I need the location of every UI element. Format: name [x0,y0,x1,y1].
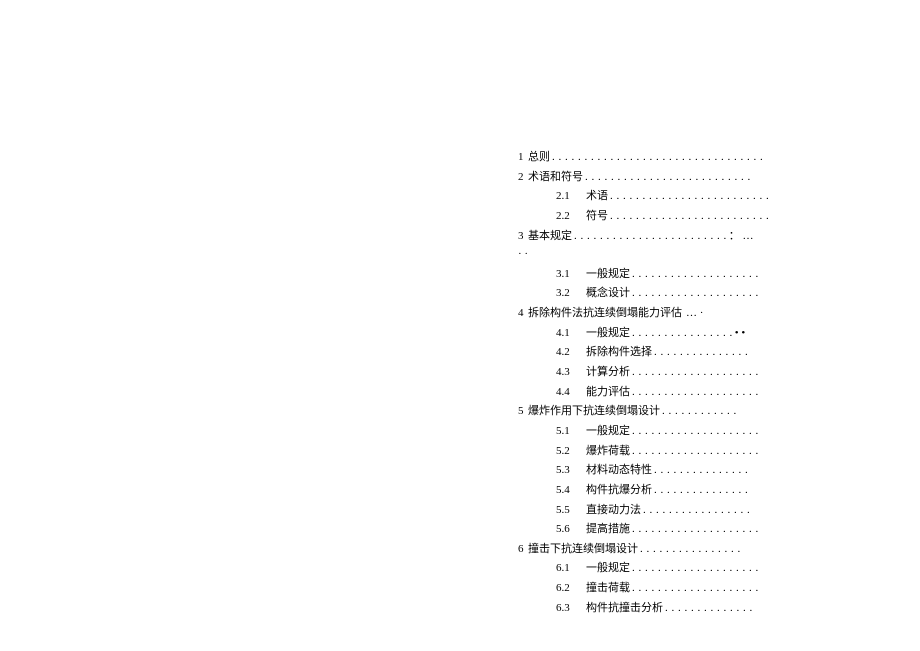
toc-sub-4-4: 4.4 能力评估 . . . . . . . . . . . . . . . .… [518,383,818,401]
sub-title: 构件抗撞击分析 [586,599,663,617]
leader-dots: . . . . . . . . . . . . . . . . . . . . [632,363,759,381]
sub-num: 5.2 [556,442,586,460]
leader-dots: . . . . . . . . . . . . . . . . . . . . … [552,148,763,166]
leader-dots: . . . . . . . . . . . . . . . . . . . . [632,383,759,401]
trail-mark: ： … [729,227,754,245]
sub-num: 5.6 [556,520,586,538]
toc-sub-2-1: 2.1 术语 . . . . . . . . . . . . . . . . .… [518,187,818,205]
toc-page: 1 总则 . . . . . . . . . . . . . . . . . .… [518,148,818,618]
trail-mark: … · [686,304,703,322]
sub-num: 6.1 [556,559,586,577]
leader-dots: . . . . . . . . . . . . . . . . . . . . [632,422,759,440]
sub-num: 4.4 [556,383,586,401]
ch-num: 5 [518,402,528,420]
toc-chapter-4: 4 拆除构件法抗连续倒塌能力评估 … · [518,304,818,322]
leader-dots: . . . . . . . . . . . . [662,402,737,420]
sub-title: 直接动力法 [586,501,641,519]
toc-sub-3-2: 3.2 概念设计 . . . . . . . . . . . . . . . .… [518,284,818,302]
toc-sub-5-3: 5.3 材料动态特性 . . . . . . . . . . . . . . . [518,461,818,479]
sub-num: 4.1 [556,324,586,342]
sub-title: 一般规定 [586,265,630,283]
leader-dots: . . . . . . . . . . . . . . . [654,481,748,499]
ch-num: 3 [518,227,528,245]
leader-dots: . . . . . . . . . . . . . . . . . . . . … [585,168,751,186]
ch-num: 1 [518,148,528,166]
toc-chapter-2: 2 术语和符号 . . . . . . . . . . . . . . . . … [518,168,818,186]
sub-title: 能力评估 [586,383,630,401]
ch-title: 撞击下抗连续倒塌设计 [528,540,638,558]
ch-title: 术语和符号 [528,168,583,186]
leader-dots: . . . . . . . . . . . . . . . . . . . . [632,442,759,460]
leader-dots: . . . . . . . . . . . . . . . . . . . . … [610,207,769,225]
toc-chapter-3: 3 基本规定 . . . . . . . . . . . . . . . . .… [518,227,818,245]
sub-num: 5.5 [556,501,586,519]
sub-num: 5.1 [556,422,586,440]
toc-chapter-5: 5 爆炸作用下抗连续倒塌设计 . . . . . . . . . . . . [518,402,818,420]
leader-dots: . . . . . . . . . . . . . . [665,599,753,617]
sub-num: 4.3 [556,363,586,381]
leader-dots: . . . . . . . . . . . . . . . . . [643,501,750,519]
sub-num: 2.1 [556,187,586,205]
toc-sub-4-1: 4.1 一般规定 . . . . . . . . . . . . . . . .… [518,324,818,342]
sub-num: 2.2 [556,207,586,225]
ch-title: 总则 [528,148,550,166]
sub-num: 6.3 [556,599,586,617]
ch-num: 6 [518,540,528,558]
toc-sub-2-2: 2.2 符号 . . . . . . . . . . . . . . . . .… [518,207,818,225]
leader-dots: . . . . . . . . . . . . . . . . . . . . [632,520,759,538]
leader-dots: . . . . . . . . . . . . . . . . . . . . … [574,227,727,245]
ch-num: 4 [518,304,528,322]
sub-title: 计算分析 [586,363,630,381]
trail-mark: • • [735,324,745,342]
ch-title: 爆炸作用下抗连续倒塌设计 [528,402,660,420]
overflow-dots: · · [518,245,818,263]
sub-title: 撞击荷载 [586,579,630,597]
toc-sub-6-2: 6.2 撞击荷载 . . . . . . . . . . . . . . . .… [518,579,818,597]
leader-dots: . . . . . . . . . . . . . . . . . . . . … [610,187,769,205]
leader-dots: . . . . . . . . . . . . . . . . [640,540,741,558]
leader-dots: . . . . . . . . . . . . . . . [654,461,748,479]
toc-sub-6-3: 6.3 构件抗撞击分析 . . . . . . . . . . . . . . [518,599,818,617]
toc-sub-6-1: 6.1 一般规定 . . . . . . . . . . . . . . . .… [518,559,818,577]
ch-title: 拆除构件法抗连续倒塌能力评估 [528,304,682,322]
sub-title: 拆除构件选择 [586,343,652,361]
sub-num: 4.2 [556,343,586,361]
sub-title: 一般规定 [586,324,630,342]
toc-sub-4-2: 4.2 拆除构件选择 . . . . . . . . . . . . . . . [518,343,818,361]
leader-dots: . . . . . . . . . . . . . . . [654,343,748,361]
sub-title: 材料动态特性 [586,461,652,479]
sub-title: 构件抗爆分析 [586,481,652,499]
sub-title: 一般规定 [586,559,630,577]
toc-sub-5-1: 5.1 一般规定 . . . . . . . . . . . . . . . .… [518,422,818,440]
leader-dots: . . . . . . . . . . . . . . . . . . . . [632,559,759,577]
toc-sub-5-6: 5.6 提高措施 . . . . . . . . . . . . . . . .… [518,520,818,538]
leader-dots: . . . . . . . . . . . . . . . . . . . . [632,579,759,597]
sub-title: 概念设计 [586,284,630,302]
sub-num: 6.2 [556,579,586,597]
sub-title: 一般规定 [586,422,630,440]
ch-title: 基本规定 [528,227,572,245]
ch-num: 2 [518,168,528,186]
sub-title: 符号 [586,207,608,225]
toc-sub-5-5: 5.5 直接动力法 . . . . . . . . . . . . . . . … [518,501,818,519]
toc-sub-4-3: 4.3 计算分析 . . . . . . . . . . . . . . . .… [518,363,818,381]
toc-sub-5-2: 5.2 爆炸荷载 . . . . . . . . . . . . . . . .… [518,442,818,460]
sub-title: 术语 [586,187,608,205]
sub-num: 3.2 [556,284,586,302]
sub-num: 5.4 [556,481,586,499]
sub-num: 3.1 [556,265,586,283]
sub-title: 提高措施 [586,520,630,538]
toc-chapter-1: 1 总则 . . . . . . . . . . . . . . . . . .… [518,148,818,166]
toc-sub-5-4: 5.4 构件抗爆分析 . . . . . . . . . . . . . . . [518,481,818,499]
sub-num: 5.3 [556,461,586,479]
toc-sub-3-1: 3.1 一般规定 . . . . . . . . . . . . . . . .… [518,265,818,283]
leader-dots: . . . . . . . . . . . . . . . . [632,324,733,342]
leader-dots: . . . . . . . . . . . . . . . . . . . . [632,284,759,302]
toc-chapter-6: 6 撞击下抗连续倒塌设计 . . . . . . . . . . . . . .… [518,540,818,558]
leader-dots: . . . . . . . . . . . . . . . . . . . . [632,265,759,283]
sub-title: 爆炸荷载 [586,442,630,460]
